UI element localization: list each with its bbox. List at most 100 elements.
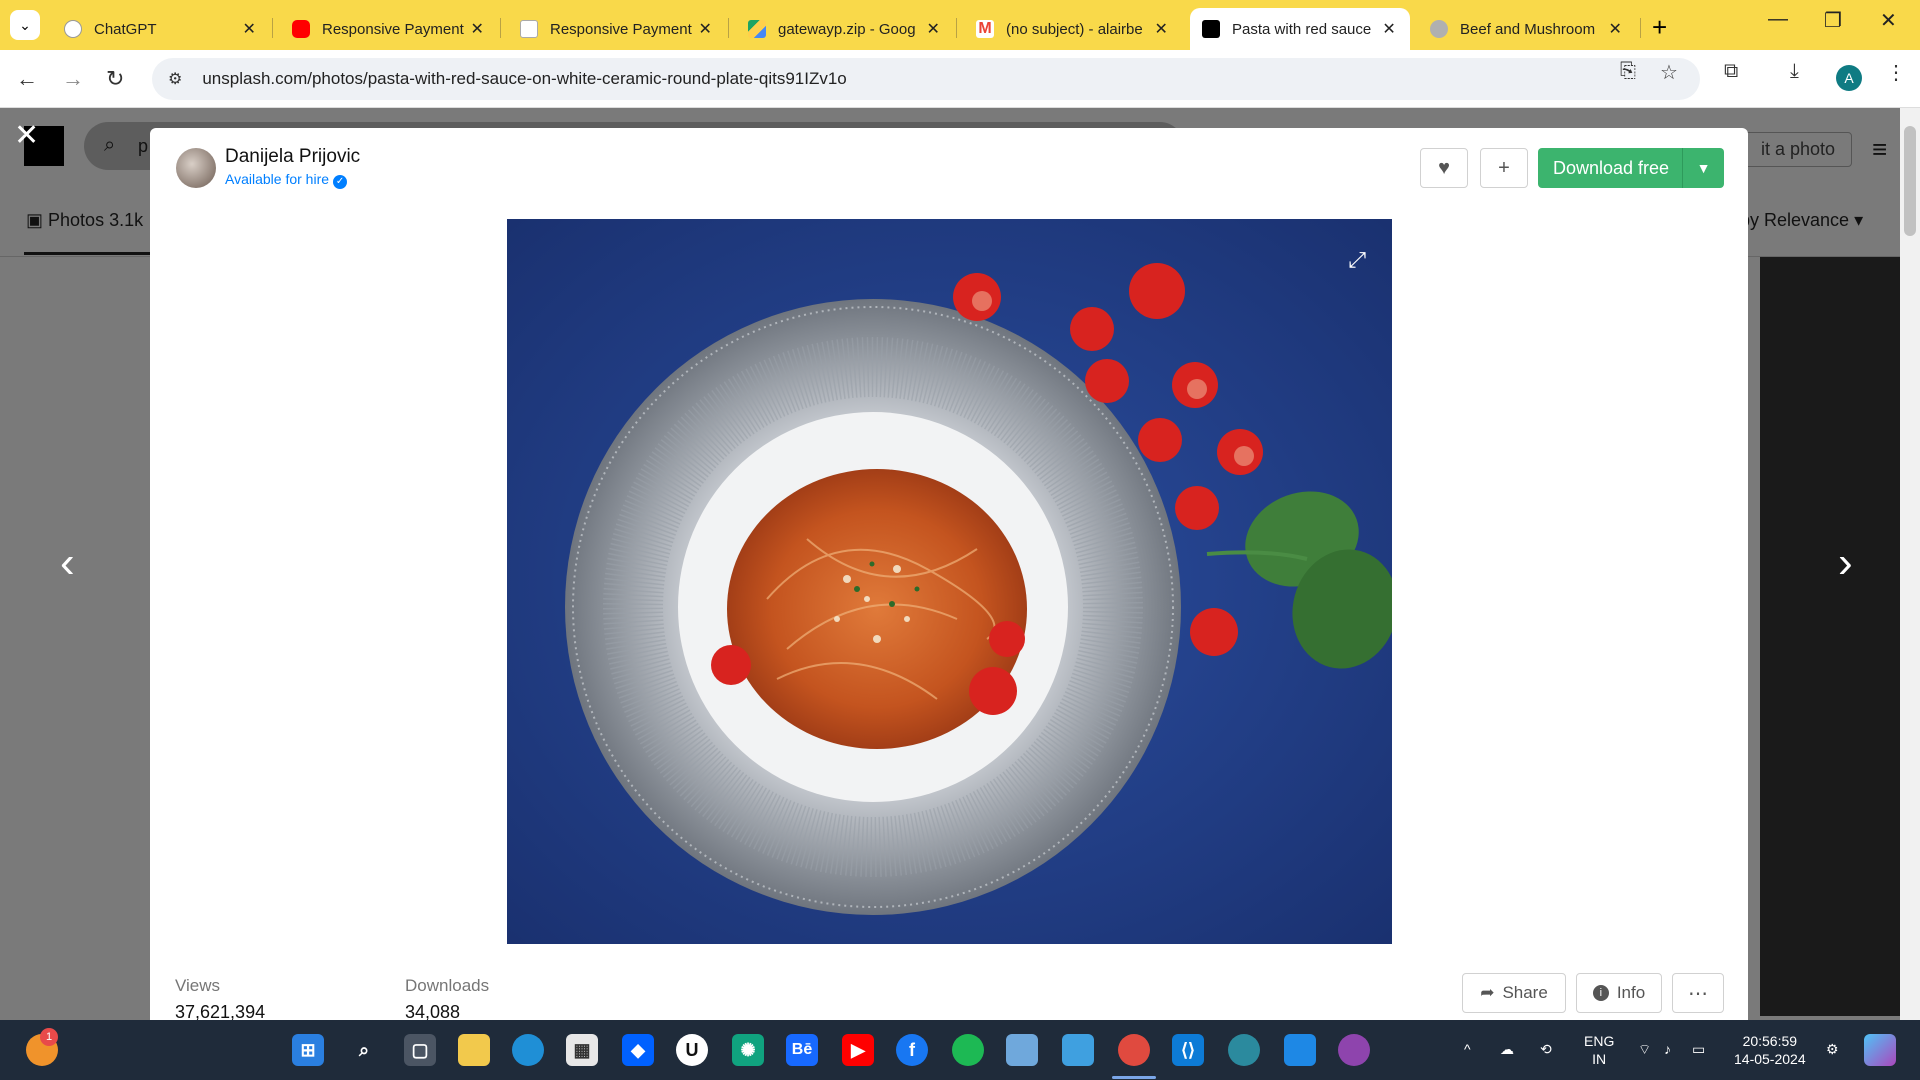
u-app-icon[interactable]: U xyxy=(676,1034,708,1066)
back-button[interactable]: ← xyxy=(16,66,38,92)
edge-beta-icon[interactable] xyxy=(1228,1034,1260,1066)
more-actions-button[interactable]: ⋯ xyxy=(1672,973,1724,1013)
vscode-icon[interactable]: ⟨⟩ xyxy=(1172,1034,1204,1066)
download-options-chevron-icon[interactable]: ▼ xyxy=(1682,148,1724,188)
battery-icon[interactable]: ▭ xyxy=(1692,1040,1705,1058)
tab-title: ChatGPT xyxy=(94,20,157,38)
tab-title: Pasta with red sauce xyxy=(1232,20,1372,38)
photos-tab-label: Photos 3.1k xyxy=(48,210,144,230)
youtube-icon xyxy=(292,20,310,38)
task-view-icon[interactable]: ▢ xyxy=(404,1034,436,1066)
sync-icon[interactable]: ⟲ xyxy=(1540,1040,1552,1058)
plus-icon: + xyxy=(1498,156,1510,179)
views-value: 37,621,394 xyxy=(175,1002,266,1020)
time-text: 20:56:59 xyxy=(1742,1033,1798,1049)
paint-icon[interactable] xyxy=(1284,1034,1316,1066)
tab-responsive-payment[interactable]: Responsive Payment ✕ xyxy=(508,8,726,50)
tab-unsplash-active[interactable]: Pasta with red sauce ✕ xyxy=(1190,8,1410,50)
clock[interactable]: 20:56:59 14-05-2024 xyxy=(1734,1032,1806,1068)
address-bar[interactable]: ⚙ unsplash.com/photos/pasta-with-red-sau… xyxy=(152,58,1700,100)
scrollbar-thumb[interactable] xyxy=(1904,126,1916,236)
chatgpt-icon[interactable]: ✺ xyxy=(732,1034,764,1066)
tab-youtube[interactable]: Responsive Payment ✕ xyxy=(280,8,498,50)
info-label: Info xyxy=(1616,983,1646,1002)
region-code: IN xyxy=(1592,1051,1607,1067)
expand-icon[interactable]: ⤢ xyxy=(1348,247,1366,273)
edge-icon[interactable] xyxy=(512,1034,544,1066)
bookmark-star-icon[interactable]: ☆ xyxy=(1660,60,1678,85)
tab-title: (no subject) - alairbe xyxy=(1006,20,1143,38)
author-name[interactable]: Danijela Prijovic xyxy=(225,146,360,168)
youtube-icon[interactable]: ▶ xyxy=(842,1034,874,1066)
close-icon[interactable]: ✕ xyxy=(924,19,942,39)
facebook-icon[interactable]: f xyxy=(896,1034,928,1066)
tab-strip: ⌄ ChatGPT ✕ Responsive Payment ✕ Respons… xyxy=(0,0,1920,50)
main-photo[interactable]: ⤢ xyxy=(507,219,1392,944)
install-app-icon[interactable]: ⎘ xyxy=(1620,60,1636,83)
tab-search-button[interactable]: ⌄ xyxy=(10,10,40,40)
chrome-icon[interactable] xyxy=(1118,1034,1150,1066)
reload-button[interactable]: ↻ xyxy=(106,66,124,92)
microsoft-store-icon[interactable]: ▦ xyxy=(566,1034,598,1066)
photo-modal: Danijela Prijovic Available for hire ✓ ♥ … xyxy=(150,128,1748,1020)
volume-icon[interactable]: ♪ xyxy=(1664,1040,1671,1058)
tab-beef-mushroom[interactable]: Beef and Mushroom ✕ xyxy=(1418,8,1636,50)
behance-icon[interactable]: Bē xyxy=(786,1034,818,1066)
control-panel-icon[interactable] xyxy=(1006,1034,1038,1066)
extensions-icon[interactable]: ⧉ xyxy=(1724,60,1738,83)
language-code: ENG xyxy=(1584,1033,1615,1049)
author-avatar[interactable] xyxy=(176,148,216,188)
close-icon[interactable]: ✕ xyxy=(696,19,714,39)
scrollbar[interactable] xyxy=(1900,108,1920,1020)
search-query: p xyxy=(138,136,149,156)
tab-title: Beef and Mushroom xyxy=(1460,20,1596,38)
like-button[interactable]: ♥ xyxy=(1420,148,1468,188)
notepad-icon[interactable] xyxy=(1062,1034,1094,1066)
tab-gmail[interactable]: M (no subject) - alairbe ✕ xyxy=(964,8,1182,50)
new-tab-button[interactable]: + xyxy=(1652,12,1667,43)
close-icon[interactable]: ✕ xyxy=(240,19,258,39)
forward-button[interactable]: → xyxy=(62,66,84,92)
taskbar: 1 ⊞ ⌕ ▢ ▦ ◆ U ✺ Bē ▶ f ⟨⟩ ^ ☁ ⟲ ENG IN ⌔… xyxy=(0,1020,1920,1080)
close-modal-icon[interactable]: ✕ xyxy=(14,118,39,153)
search-icon[interactable]: ⌕ xyxy=(348,1034,380,1066)
pasta-photo-illustration xyxy=(507,219,1392,944)
background-photo xyxy=(1760,256,1920,1016)
onedrive-icon[interactable]: ☁ xyxy=(1500,1040,1514,1058)
tab-google-drive[interactable]: gatewayp.zip - Goog ✕ xyxy=(736,8,954,50)
site-info-icon[interactable]: ⚙ xyxy=(168,69,182,89)
tab-chatgpt[interactable]: ChatGPT ✕ xyxy=(52,8,270,50)
info-button[interactable]: i Info xyxy=(1576,973,1662,1013)
close-icon[interactable]: ✕ xyxy=(1606,19,1624,39)
minimize-button[interactable]: — xyxy=(1768,8,1788,31)
downloads-label: Downloads xyxy=(405,976,490,995)
browser-menu-icon[interactable]: ⋮ xyxy=(1886,60,1906,85)
share-button[interactable]: ➦ Share xyxy=(1462,973,1566,1013)
info-icon: i xyxy=(1592,985,1609,1001)
toolbar: ← → ↻ ⚙ unsplash.com/photos/pasta-with-r… xyxy=(0,50,1920,108)
url-text: unsplash.com/photos/pasta-with-red-sauce… xyxy=(202,69,847,88)
close-icon[interactable]: ✕ xyxy=(1380,19,1398,39)
previous-arrow-icon[interactable]: ‹ xyxy=(60,538,75,588)
add-to-collection-button[interactable]: + xyxy=(1480,148,1528,188)
window-close-button[interactable]: ✕ xyxy=(1880,8,1897,33)
close-icon[interactable]: ✕ xyxy=(1152,19,1170,39)
available-for-hire-link[interactable]: Available for hire ✓ xyxy=(225,171,348,189)
chevron-up-icon[interactable]: ^ xyxy=(1464,1040,1471,1058)
active-app-indicator xyxy=(1112,1076,1156,1079)
profile-avatar[interactable]: A xyxy=(1836,65,1862,91)
wifi-icon[interactable]: ⌔ xyxy=(1638,1040,1651,1058)
downloads-icon[interactable]: ⤓ xyxy=(1790,60,1799,83)
file-explorer-icon[interactable] xyxy=(458,1034,490,1066)
next-arrow-icon[interactable]: › xyxy=(1838,538,1853,588)
windows-start-icon[interactable]: ⊞ xyxy=(292,1034,324,1066)
spotify-icon[interactable] xyxy=(952,1034,984,1066)
language-indicator[interactable]: ENG IN xyxy=(1584,1032,1614,1068)
restore-button[interactable]: ❐ xyxy=(1824,8,1842,33)
copilot-icon[interactable] xyxy=(1864,1034,1896,1066)
drop-app-icon[interactable] xyxy=(1338,1034,1370,1066)
settings-gear-icon[interactable]: ⚙ xyxy=(1826,1040,1839,1058)
close-icon[interactable]: ✕ xyxy=(468,19,486,39)
dropbox-icon[interactable]: ◆ xyxy=(622,1034,654,1066)
download-button[interactable]: Download free ▼ xyxy=(1538,148,1724,188)
